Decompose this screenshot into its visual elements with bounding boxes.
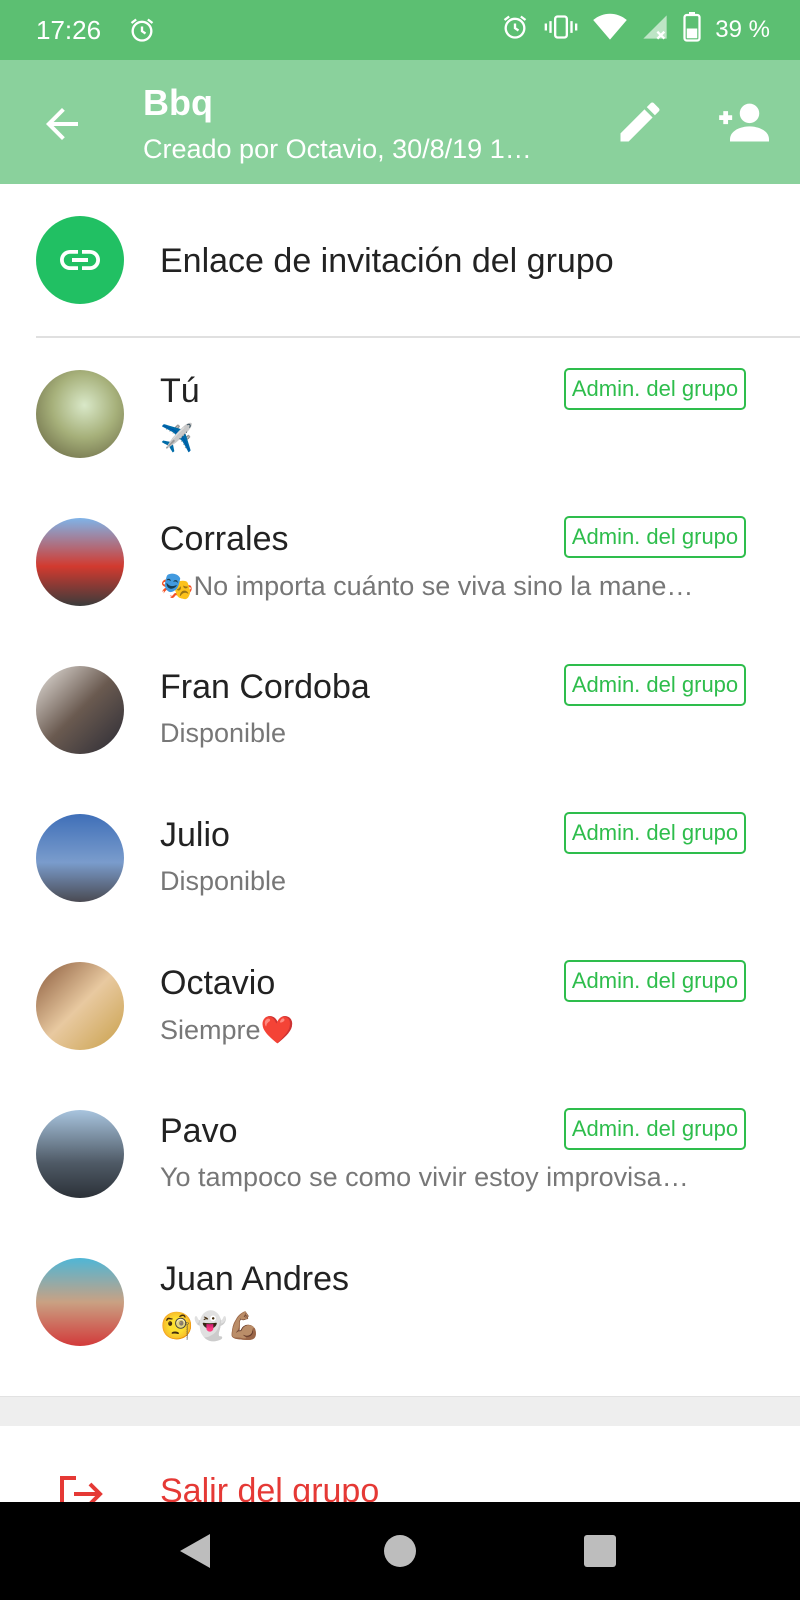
admin-badge: Admin. del grupo	[564, 368, 746, 410]
avatar	[36, 518, 124, 606]
exit-group-row[interactable]: Salir del grupo	[0, 1426, 800, 1512]
member-row[interactable]: Fran Cordoba Disponible Admin. del grupo	[0, 634, 800, 784]
battery-percent: 39 %	[715, 15, 770, 43]
pencil-icon	[620, 102, 660, 142]
admin-badge: Admin. del grupo	[564, 1108, 746, 1150]
section-separator	[0, 1396, 800, 1427]
arrow-back-icon	[46, 108, 78, 140]
link-icon	[60, 250, 100, 270]
back-button[interactable]	[38, 100, 86, 148]
member-name: Julio	[160, 816, 230, 854]
nav-back-icon[interactable]	[178, 1532, 212, 1570]
nav-recents-icon[interactable]	[584, 1535, 616, 1567]
member-name: Fran Cordoba	[160, 668, 370, 706]
member-row[interactable]: Juan Andres 🧐👻💪🏽	[0, 1226, 800, 1376]
vibrate-icon	[543, 13, 579, 46]
avatar	[36, 666, 124, 754]
group-subtitle: Creado por Octavio, 30/8/19 1…	[143, 134, 532, 164]
avatar	[36, 1110, 124, 1198]
invite-link-row[interactable]: Enlace de invitación del grupo	[0, 184, 800, 336]
status-bar: 17:26 39 %	[0, 0, 800, 60]
admin-badge: Admin. del grupo	[564, 664, 746, 706]
edit-button[interactable]	[614, 96, 670, 152]
member-status: Siempre❤️	[160, 1015, 295, 1045]
battery-icon	[683, 12, 701, 47]
member-name: Corrales	[160, 520, 289, 558]
avatar	[36, 814, 124, 902]
member-name: Pavo	[160, 1112, 238, 1150]
nav-home-icon[interactable]	[384, 1535, 416, 1567]
member-status: Disponible	[160, 866, 287, 896]
admin-badge: Admin. del grupo	[564, 960, 746, 1002]
member-name: Juan Andres	[160, 1260, 350, 1298]
member-row[interactable]: Julio Disponible Admin. del grupo	[0, 782, 800, 932]
invite-icon-circle	[36, 216, 124, 304]
status-time: 17:26	[36, 15, 102, 45]
member-row[interactable]: Pavo Yo tampoco se como vivir estoy impr…	[0, 1078, 800, 1228]
avatar	[36, 1258, 124, 1346]
alarm-icon	[501, 13, 529, 46]
signal-icon	[641, 13, 669, 46]
add-participant-button[interactable]	[714, 96, 776, 152]
admin-badge: Admin. del grupo	[564, 516, 746, 558]
member-name: Octavio	[160, 964, 276, 1002]
member-row[interactable]: Tú ✈️ Admin. del grupo	[0, 338, 800, 488]
member-name: Tú	[160, 372, 200, 410]
member-status: Disponible	[160, 718, 287, 748]
avatar	[36, 962, 124, 1050]
avatar	[36, 370, 124, 458]
member-row[interactable]: Corrales 🎭No importa cuánto se viva sino…	[0, 486, 800, 636]
member-status: Yo tampoco se como vivir estoy improvisa…	[160, 1162, 689, 1192]
invite-link-label: Enlace de invitación del grupo	[160, 242, 614, 280]
member-status: 🎭No importa cuánto se viva sino la mane…	[160, 571, 694, 601]
wifi-icon	[593, 13, 628, 46]
group-title[interactable]: Bbq	[143, 82, 213, 124]
member-row[interactable]: Octavio Siempre❤️ Admin. del grupo	[0, 930, 800, 1080]
add-person-icon	[719, 103, 769, 142]
app-bar: Bbq Creado por Octavio, 30/8/19 1…	[0, 60, 800, 184]
admin-badge: Admin. del grupo	[564, 812, 746, 854]
member-status: ✈️	[160, 423, 194, 453]
navigation-bar	[0, 1502, 800, 1600]
alarm-icon	[128, 16, 156, 49]
member-status: 🧐👻💪🏽	[160, 1311, 261, 1341]
